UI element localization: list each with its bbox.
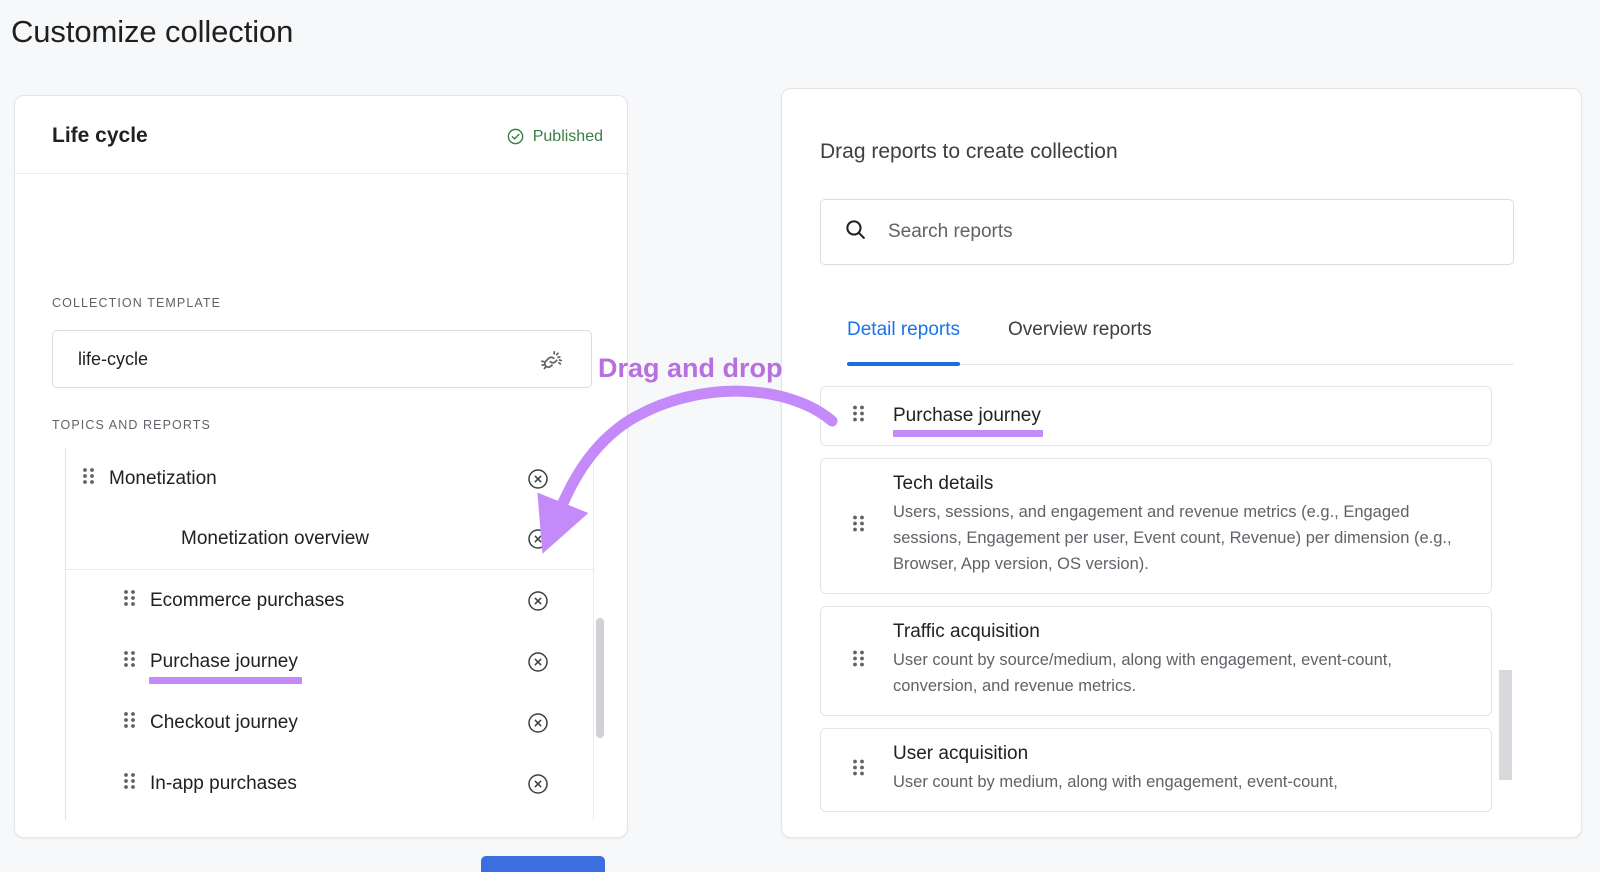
remove-circle-icon[interactable]	[526, 650, 550, 674]
report-card-title: Purchase journey	[893, 405, 1043, 437]
tree-row-label: Ecommerce purchases	[150, 589, 345, 611]
report-card[interactable]: Traffic acquisition User count by source/…	[820, 606, 1492, 716]
available-reports-list: Purchase journey Tech details Users, sessi…	[820, 386, 1514, 872]
drag-handle-icon[interactable]	[122, 648, 138, 675]
tree-scrollbar-thumb[interactable]	[596, 618, 604, 738]
tree-row[interactable]: Monetization overview	[66, 509, 595, 570]
tab-detail-reports[interactable]: Detail reports	[847, 319, 960, 366]
topics-tree: Monetization Monetization overview Ecommer…	[65, 448, 595, 820]
save-button[interactable]: Save	[481, 856, 605, 872]
customize-collection-page: Customize collection Life cycle Publishe…	[0, 0, 1600, 872]
report-card-title: Tech details	[893, 473, 994, 494]
drag-handle-icon[interactable]	[122, 587, 138, 614]
drag-handle-icon[interactable]	[851, 757, 867, 784]
drag-and-drop-label: Drag and drop	[598, 353, 783, 383]
remove-circle-icon[interactable]	[526, 772, 550, 796]
status-badge: Published	[506, 127, 603, 146]
search-icon	[843, 217, 868, 247]
unlink-icon[interactable]	[539, 347, 565, 378]
reports-picker-card: Drag reports to create collection Detail…	[781, 88, 1582, 838]
drag-handle-icon[interactable]	[122, 770, 138, 797]
tree-row[interactable]: Purchase journey	[66, 631, 595, 692]
tree-row-label: Purchase journey	[149, 650, 302, 684]
tree-row[interactable]: Ecommerce purchases	[66, 570, 595, 631]
reports-list-scrollbar[interactable]	[1499, 300, 1512, 820]
report-card-description: User count by source/medium, along with …	[893, 651, 1392, 695]
collection-name: Life cycle	[52, 124, 148, 147]
status-badge-label: Published	[532, 127, 603, 145]
tree-row[interactable]: Checkout journey	[66, 692, 595, 753]
tree-scrollbar[interactable]	[593, 448, 604, 820]
search-input[interactable]	[888, 221, 1448, 243]
search-reports-box[interactable]	[820, 199, 1514, 265]
tree-row[interactable]: Monetization	[66, 448, 595, 509]
drag-handle-icon[interactable]	[122, 709, 138, 736]
remove-circle-icon[interactable]	[526, 467, 550, 491]
tree-row[interactable]: In-app purchases	[66, 753, 595, 814]
page-title: Customize collection	[11, 14, 294, 49]
report-card[interactable]: Tech details Users, sessions, and engagem…	[820, 458, 1492, 594]
tree-row-label: Monetization	[109, 467, 217, 489]
topics-and-reports-label: Topics and reports	[52, 418, 211, 432]
tree-row-label: Checkout journey	[150, 711, 298, 733]
collection-template-value: life-cycle	[78, 348, 149, 369]
collection-header: Life cycle Published	[15, 96, 627, 174]
tree-row-label: In-app purchases	[150, 772, 297, 794]
check-circle-icon	[506, 127, 525, 146]
collection-editor-card: Life cycle Published Collection template…	[14, 95, 628, 872]
remove-circle-icon[interactable]	[526, 589, 550, 613]
drag-handle-icon[interactable]	[851, 403, 867, 430]
reports-picker-title: Drag reports to create collection	[820, 140, 1118, 163]
remove-circle-icon[interactable]	[526, 711, 550, 735]
report-card[interactable]: User acquisition User count by medium, al…	[820, 728, 1492, 812]
report-card-description: User count by medium, along with engagem…	[893, 773, 1338, 791]
remove-circle-icon[interactable]	[526, 527, 550, 551]
report-card-description: Users, sessions, and engagement and reve…	[893, 503, 1452, 573]
report-card[interactable]: Purchase journey	[820, 386, 1492, 446]
collection-template-field[interactable]: life-cycle	[52, 330, 592, 388]
report-card-title: User acquisition	[893, 743, 1029, 764]
drag-handle-icon[interactable]	[851, 513, 867, 540]
reports-list-scrollbar-thumb[interactable]	[1499, 670, 1512, 780]
report-card-title: Traffic acquisition	[893, 621, 1040, 642]
collection-template-label: Collection template	[52, 296, 222, 310]
tree-row-label: Monetization overview	[181, 528, 369, 549]
tab-overview-reports[interactable]: Overview reports	[1008, 319, 1152, 364]
drag-handle-icon[interactable]	[851, 648, 867, 675]
report-type-tabs: Detail reports Overview reports	[847, 319, 1514, 366]
drag-handle-icon[interactable]	[81, 465, 97, 492]
